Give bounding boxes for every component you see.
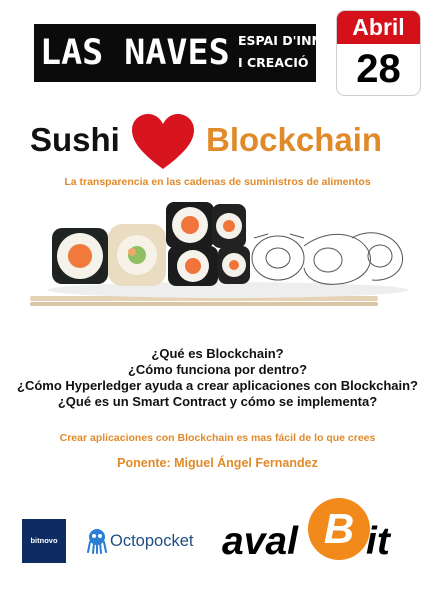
avalbit-logo-text-right: it <box>366 520 390 563</box>
title-blockchain: Blockchain <box>206 121 383 158</box>
calendar-day: 28 <box>356 47 401 91</box>
sushi-roll-2 <box>108 224 166 286</box>
tagline: Crear aplicaciones con Blockchain es mas… <box>59 432 376 444</box>
question-item: ¿Qué es un Smart Contract y cómo se impl… <box>57 394 378 409</box>
subtitle: La transparencia en las cadenas de sumin… <box>64 176 371 188</box>
title-sushi: Sushi <box>30 121 120 158</box>
sushi-illustration <box>30 202 408 306</box>
bitnovo-label: bitnovo <box>30 536 58 545</box>
bitnovo-logo: bitnovo <box>22 519 66 563</box>
question-item: ¿Qué es Blockchain? <box>151 346 284 361</box>
avalbit-logo-text-left: aval <box>222 520 298 563</box>
sushi-roll-stack <box>166 202 250 286</box>
las-naves-logo: LAS NAVES ESPAI D'INNOVACIÓ I CREACIÓ <box>34 24 375 82</box>
question-item: ¿Cómo funciona por dentro? <box>127 362 308 377</box>
sushi-roll-1 <box>52 228 108 284</box>
logo-main-text: LAS NAVES <box>40 33 230 73</box>
sushi-sketch <box>251 232 404 285</box>
octopocket-logo-text: Octopocket <box>110 532 194 550</box>
calendar-date-badge: Abril 28 <box>336 10 421 96</box>
question-item: ¿Cómo Hyperledger ayuda a crear aplicaci… <box>17 378 418 393</box>
octopus-icon <box>87 529 107 554</box>
speaker: Ponente: Miguel Ángel Fernandez <box>117 456 318 470</box>
calendar-month: Abril <box>337 11 420 44</box>
heart-icon <box>132 114 194 169</box>
questions-list: ¿Qué es Blockchain? ¿Cómo funciona por d… <box>0 346 435 410</box>
bitcoin-icon: B <box>308 498 370 560</box>
avalbit-coin-letter: B <box>323 505 355 552</box>
